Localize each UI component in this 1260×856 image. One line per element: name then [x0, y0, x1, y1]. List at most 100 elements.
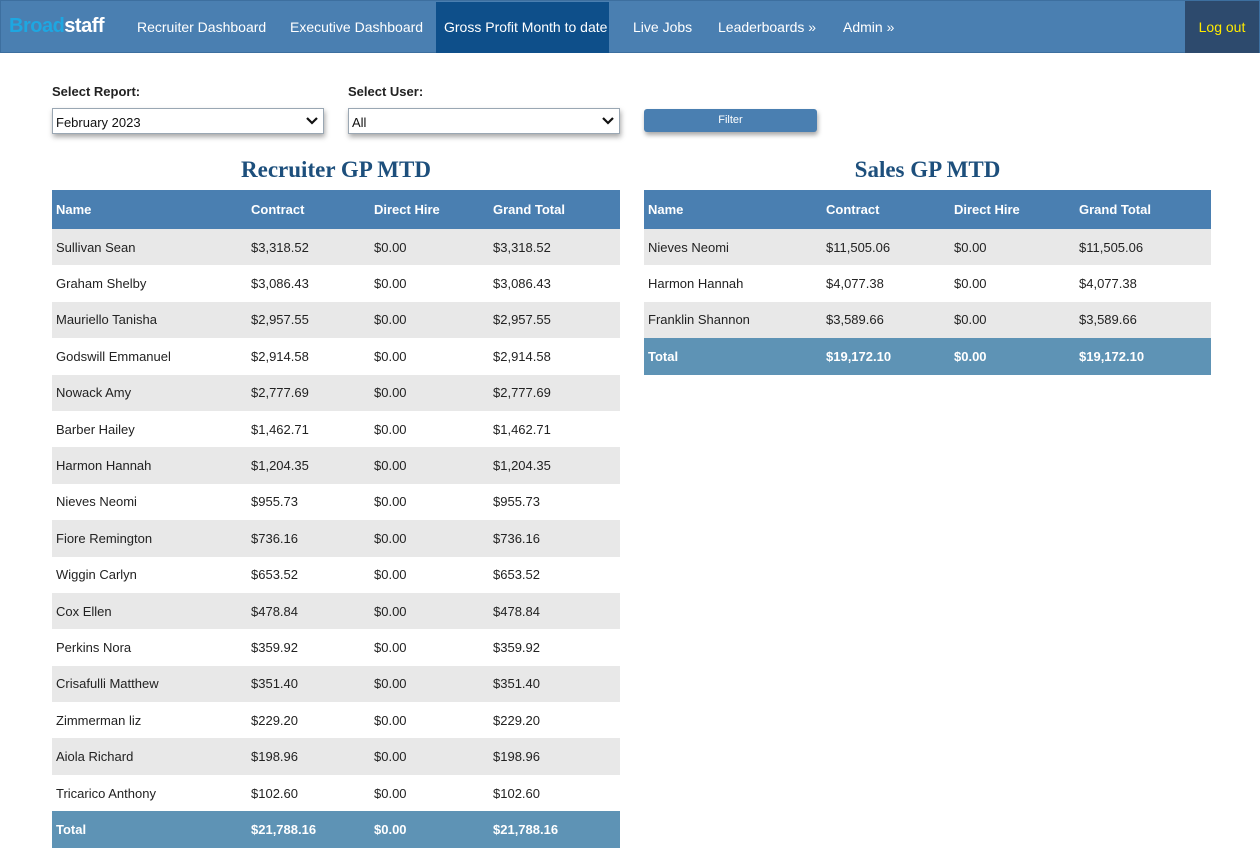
cell-contract: $351.40 [247, 665, 370, 703]
table-header-row: Name Contract Direct Hire Grand Total [52, 190, 620, 229]
cell-grand-total: $2,777.69 [489, 374, 620, 411]
cell-direct-hire: $0.00 [370, 374, 489, 411]
cell-grand-total: $478.84 [489, 592, 620, 630]
cell-direct-hire: $0.00 [370, 265, 489, 302]
cell-direct-hire: $0.00 [370, 338, 489, 375]
cell-contract: $3,589.66 [822, 301, 950, 339]
cell-contract: $2,914.58 [247, 338, 370, 375]
nav-live-jobs[interactable]: Live Jobs [625, 2, 700, 53]
nav-admin-menu[interactable]: Admin » [835, 2, 902, 53]
cell-direct-hire: $0.00 [370, 447, 489, 484]
cell-contract: $1,204.35 [247, 447, 370, 484]
cell-name: Nieves Neomi [52, 483, 247, 521]
chevron-down-icon [306, 117, 318, 125]
table-row: Graham Shelby $3,086.43 $0.00 $3,086.43 [52, 265, 620, 302]
select-report-label: Select Report: [52, 84, 141, 99]
cell-direct-hire: $0.00 [370, 520, 489, 557]
nav-recruiter-dashboard[interactable]: Recruiter Dashboard [129, 2, 274, 53]
cell-grand-total: $229.20 [489, 702, 620, 739]
cell-name: Harmon Hannah [644, 265, 822, 302]
table-row: Harmon Hannah $4,077.38 $0.00 $4,077.38 [644, 265, 1211, 302]
select-user-label: Select User: [348, 84, 424, 99]
cell-contract: $1,462.71 [247, 410, 370, 448]
total-grand-total: $19,172.10 [1075, 338, 1211, 376]
header-contract: Contract [822, 190, 950, 229]
nav-leaderboards-menu[interactable]: Leaderboards » [710, 2, 824, 53]
table-row: Mauriello Tanisha $2,957.55 $0.00 $2,957.55 [52, 301, 620, 339]
table-total-row: Total $19,172.10 $0.00 $19,172.10 [644, 338, 1211, 376]
header-grand-total: Grand Total [1075, 190, 1211, 229]
cell-contract: $359.92 [247, 629, 370, 666]
cell-grand-total: $3,086.43 [489, 265, 620, 302]
cell-direct-hire: $0.00 [370, 738, 489, 775]
header-contract: Contract [247, 190, 370, 229]
filter-button[interactable]: Filter [644, 109, 817, 132]
header-name: Name [644, 190, 822, 229]
header-name: Name [52, 190, 247, 229]
table-row: Nieves Neomi $955.73 $0.00 $955.73 [52, 483, 620, 521]
nav-executive-dashboard[interactable]: Executive Dashboard [282, 2, 431, 53]
cell-name: Nieves Neomi [644, 229, 822, 266]
cell-name: Mauriello Tanisha [52, 301, 247, 339]
cell-contract: $2,777.69 [247, 374, 370, 411]
brand-logo[interactable]: Broadstaff [9, 15, 105, 39]
cell-contract: $198.96 [247, 738, 370, 775]
cell-direct-hire: $0.00 [370, 629, 489, 666]
table-row: Cox Ellen $478.84 $0.00 $478.84 [52, 592, 620, 630]
table-header-row: Name Contract Direct Hire Grand Total [644, 190, 1211, 229]
cell-contract: $955.73 [247, 483, 370, 521]
cell-direct-hire: $0.00 [370, 301, 489, 339]
table-row: Nowack Amy $2,777.69 $0.00 $2,777.69 [52, 374, 620, 411]
cell-grand-total: $102.60 [489, 774, 620, 812]
cell-direct-hire: $0.00 [370, 556, 489, 593]
cell-contract: $653.52 [247, 556, 370, 593]
cell-name: Graham Shelby [52, 265, 247, 302]
table-row: Aiola Richard $198.96 $0.00 $198.96 [52, 738, 620, 775]
cell-name: Perkins Nora [52, 629, 247, 666]
table-row: Crisafulli Matthew $351.40 $0.00 $351.40 [52, 665, 620, 703]
cell-grand-total: $736.16 [489, 520, 620, 557]
table-row: Barber Hailey $1,462.71 $0.00 $1,462.71 [52, 410, 620, 448]
cell-direct-hire: $0.00 [370, 410, 489, 448]
report-select[interactable]: February 2023 [52, 108, 324, 134]
table-row: Nieves Neomi $11,505.06 $0.00 $11,505.06 [644, 229, 1211, 266]
logout-button[interactable]: Log out [1185, 1, 1259, 53]
cell-contract: $4,077.38 [822, 265, 950, 302]
sales-table-body: Nieves Neomi $11,505.06 $0.00 $11,505.06 Har… [644, 229, 1211, 339]
cell-name: Godswill Emmanuel [52, 338, 247, 375]
cell-grand-total: $3,318.52 [489, 229, 620, 266]
nav-gross-profit-mtd[interactable]: Gross Profit Month to date [436, 2, 609, 53]
cell-grand-total: $359.92 [489, 629, 620, 666]
user-select[interactable]: All [348, 108, 620, 134]
cell-grand-total: $198.96 [489, 738, 620, 775]
cell-contract: $3,318.52 [247, 229, 370, 266]
cell-grand-total: $2,957.55 [489, 301, 620, 339]
cell-direct-hire: $0.00 [370, 483, 489, 521]
cell-grand-total: $4,077.38 [1075, 265, 1211, 302]
cell-contract: $736.16 [247, 520, 370, 557]
cell-direct-hire: $0.00 [950, 265, 1075, 302]
sales-table-title: Sales GP MTD [854, 157, 1001, 182]
recruiter-table-title: Recruiter GP MTD [241, 157, 431, 182]
cell-name: Nowack Amy [52, 374, 247, 411]
cell-grand-total: $3,589.66 [1075, 301, 1211, 339]
cell-direct-hire: $0.00 [370, 702, 489, 739]
cell-direct-hire: $0.00 [370, 774, 489, 812]
cell-name: Fiore Remington [52, 520, 247, 557]
cell-grand-total: $955.73 [489, 483, 620, 521]
cell-name: Barber Hailey [52, 410, 247, 448]
cell-name: Franklin Shannon [644, 301, 822, 339]
cell-name: Aiola Richard [52, 738, 247, 775]
user-select-value: All [352, 115, 367, 130]
total-label: Total [52, 811, 247, 849]
cell-grand-total: $1,462.71 [489, 410, 620, 448]
total-direct-hire: $0.00 [370, 811, 489, 849]
total-label: Total [644, 338, 822, 376]
cell-direct-hire: $0.00 [950, 301, 1075, 339]
total-contract: $21,788.16 [247, 811, 370, 849]
chevron-down-icon [602, 117, 614, 125]
recruiter-table-body: Sullivan Sean $3,318.52 $0.00 $3,318.52 Grah… [52, 229, 620, 812]
cell-name: Tricarico Anthony [52, 774, 247, 812]
cell-name: Cox Ellen [52, 592, 247, 630]
table-row: Fiore Remington $736.16 $0.00 $736.16 [52, 520, 620, 557]
